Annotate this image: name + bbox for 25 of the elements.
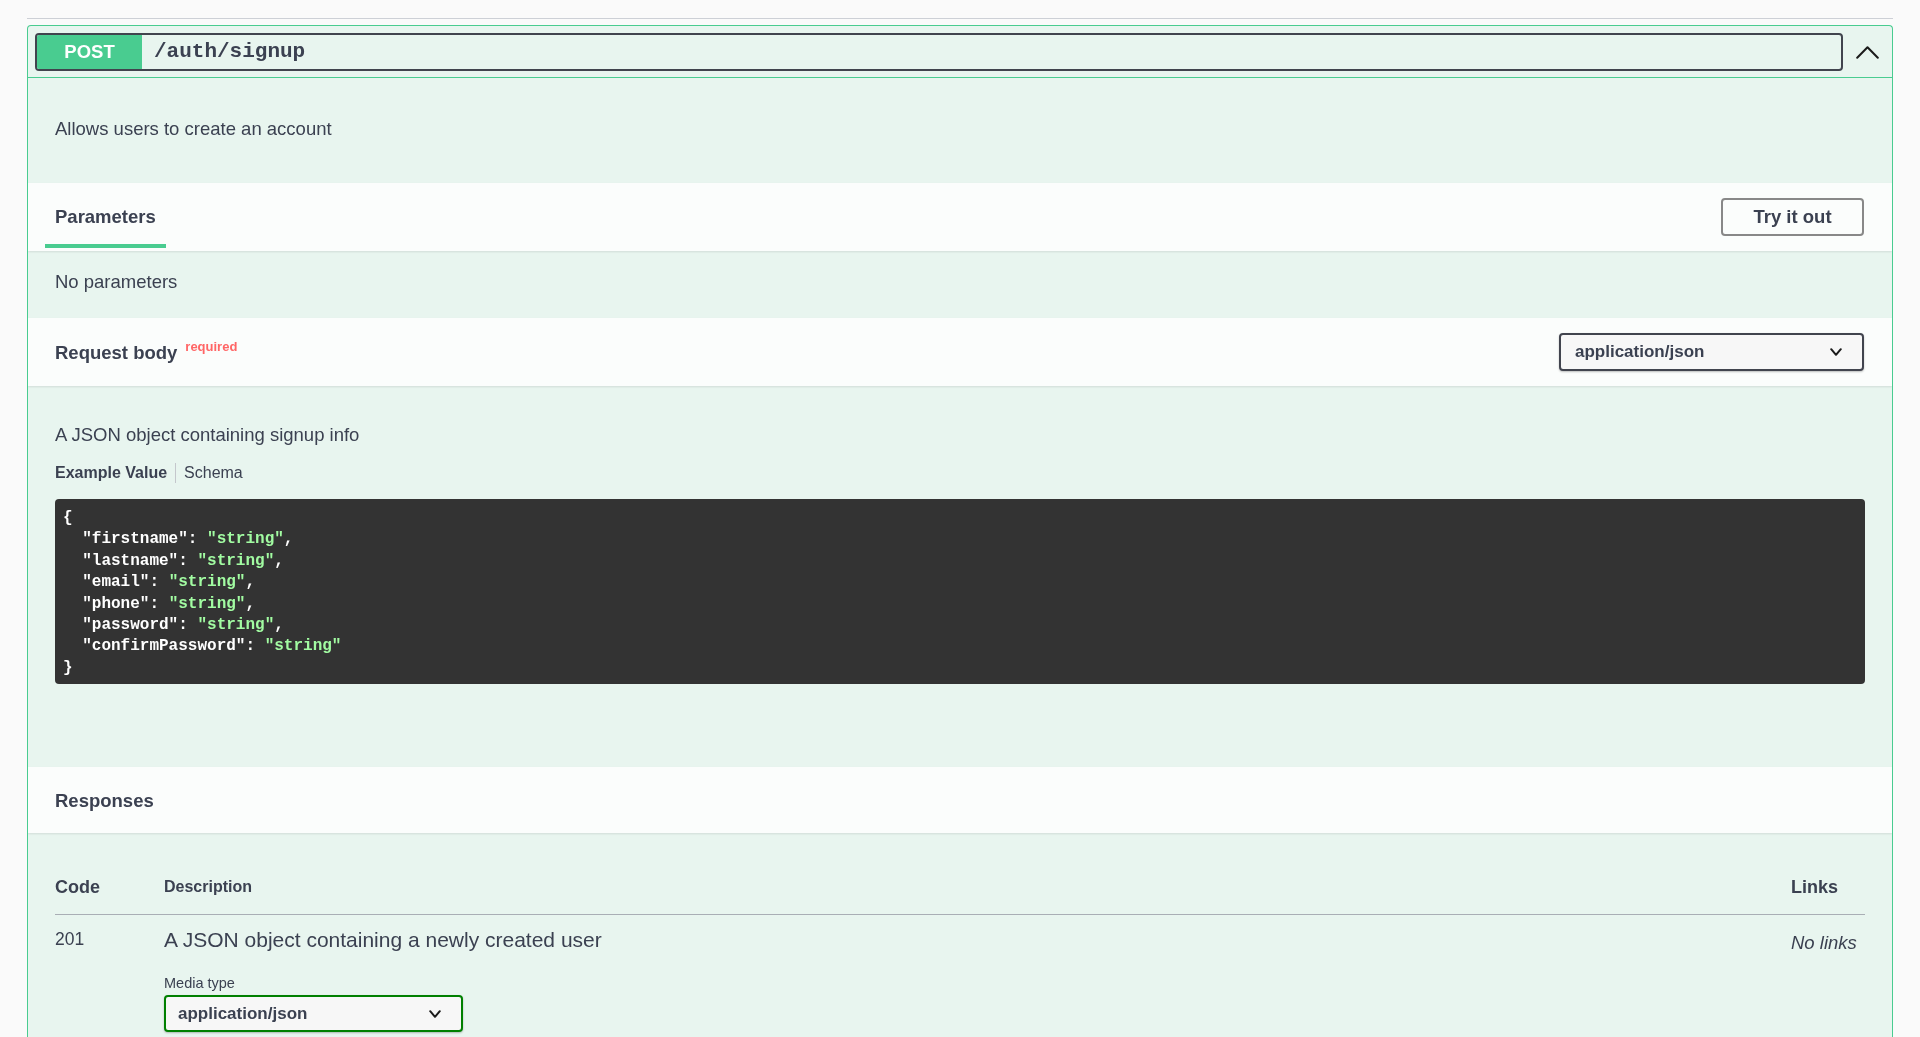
responses-title: Responses bbox=[55, 789, 154, 811]
operation-summary-bar[interactable]: POST /auth/signup bbox=[35, 33, 1843, 71]
column-header: Code bbox=[55, 876, 101, 899]
content-type-select[interactable]: application/json bbox=[1559, 333, 1864, 371]
column-header: Links bbox=[1791, 876, 1839, 899]
operation-description: Allows users to create an account bbox=[54, 117, 333, 141]
links-text: No links bbox=[1791, 931, 1858, 955]
media-type-select[interactable]: application/json bbox=[164, 995, 463, 1033]
code-block: { "firstname": "string", "lastname": "string", "email": "string", "phone": "string", "password": "string", "confirmPassword": "string" } bbox=[55, 499, 1865, 685]
try-it-out-button[interactable]: Try it out bbox=[1721, 198, 1864, 236]
chevron-down-icon bbox=[1830, 348, 1842, 356]
column-header: Description bbox=[164, 877, 253, 898]
response-code: 201 bbox=[55, 928, 86, 951]
request-body-description: A JSON object containing signup info bbox=[55, 424, 361, 445]
chevron-down-icon bbox=[429, 1009, 441, 1018]
http-method-badge: POST bbox=[37, 35, 142, 69]
no-parameters-text: No parameters bbox=[54, 270, 179, 294]
example-view-tab[interactable]: Schema bbox=[175, 463, 251, 483]
media-type-label: Media type bbox=[164, 974, 235, 993]
required-label: required bbox=[185, 339, 238, 353]
example-view-tab[interactable]: Example Value bbox=[55, 463, 176, 483]
parameters-tab[interactable]: Parameters bbox=[45, 189, 166, 248]
request-body-title: Request body bbox=[55, 341, 178, 363]
response-description: A JSON object containing a newly created user bbox=[164, 928, 602, 953]
endpoint-path: /auth/signup bbox=[153, 39, 306, 65]
